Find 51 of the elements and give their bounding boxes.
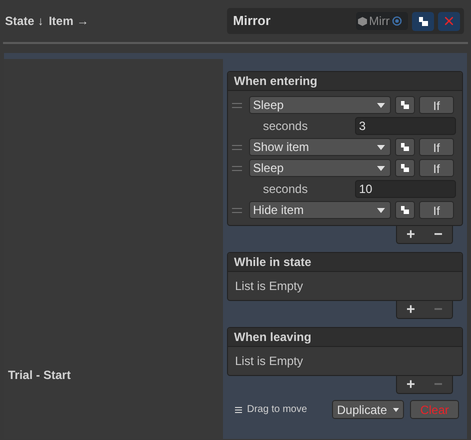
menu-icon bbox=[235, 406, 242, 412]
caret-icon bbox=[377, 102, 385, 108]
step-icon bbox=[401, 164, 409, 172]
param-field[interactable]: 10 bbox=[355, 180, 456, 198]
item-name: Mirror bbox=[233, 12, 272, 30]
drag-handle-icon[interactable] bbox=[232, 166, 242, 170]
close-icon bbox=[445, 17, 453, 25]
panel-title: When leaving bbox=[234, 329, 312, 346]
row-label: Trial - Start bbox=[8, 367, 72, 384]
param-label: seconds bbox=[262, 181, 309, 198]
step-icon bbox=[418, 16, 428, 26]
panel-title: When entering bbox=[234, 73, 318, 90]
caret-icon bbox=[377, 208, 385, 212]
column-header: State ↓ bbox=[5, 13, 44, 30]
empty-list-text: List is Empty bbox=[235, 278, 304, 295]
add-button[interactable]: + bbox=[406, 302, 416, 317]
condition-button[interactable]: If bbox=[419, 201, 454, 219]
caret-icon bbox=[377, 166, 385, 170]
cube-icon bbox=[358, 16, 367, 26]
step-icon bbox=[401, 143, 409, 151]
drag-hint: Drag to move bbox=[247, 403, 308, 417]
step-icon bbox=[401, 206, 409, 214]
ping-button[interactable] bbox=[395, 159, 415, 177]
condition-button[interactable]: If bbox=[419, 159, 454, 177]
ping-button[interactable] bbox=[412, 12, 434, 30]
condition-button[interactable]: If bbox=[419, 96, 454, 114]
action-dropdown[interactable]: Sleep bbox=[249, 96, 391, 114]
action-dropdown[interactable]: Show item bbox=[249, 138, 391, 156]
action-dropdown[interactable]: Hide item bbox=[249, 201, 391, 219]
condition-button[interactable]: If bbox=[419, 138, 454, 156]
ping-button[interactable] bbox=[395, 138, 415, 156]
caret-icon bbox=[377, 144, 385, 150]
drag-handle-icon[interactable] bbox=[232, 208, 242, 212]
param-label: seconds bbox=[262, 118, 309, 135]
ping-button[interactable] bbox=[395, 201, 415, 219]
drag-handle-icon[interactable] bbox=[232, 102, 242, 108]
add-button[interactable]: + bbox=[406, 377, 416, 392]
remove-button[interactable]: − bbox=[434, 227, 443, 242]
drag-handle-icon[interactable] bbox=[232, 144, 242, 150]
target-icon[interactable] bbox=[392, 16, 402, 26]
caret-icon bbox=[393, 408, 400, 412]
column-header: Item → bbox=[48, 13, 89, 30]
object-field[interactable]: Mirr bbox=[356, 12, 408, 30]
duplicate-dropdown[interactable]: Duplicate bbox=[332, 400, 404, 419]
panel-title: While in state bbox=[234, 254, 312, 271]
add-button[interactable]: + bbox=[406, 227, 416, 242]
step-icon bbox=[401, 101, 409, 109]
ping-button[interactable] bbox=[395, 96, 415, 114]
action-dropdown[interactable]: Sleep bbox=[249, 159, 391, 177]
param-field[interactable]: 3 bbox=[355, 117, 456, 135]
empty-list-text: List is Empty bbox=[235, 353, 304, 370]
